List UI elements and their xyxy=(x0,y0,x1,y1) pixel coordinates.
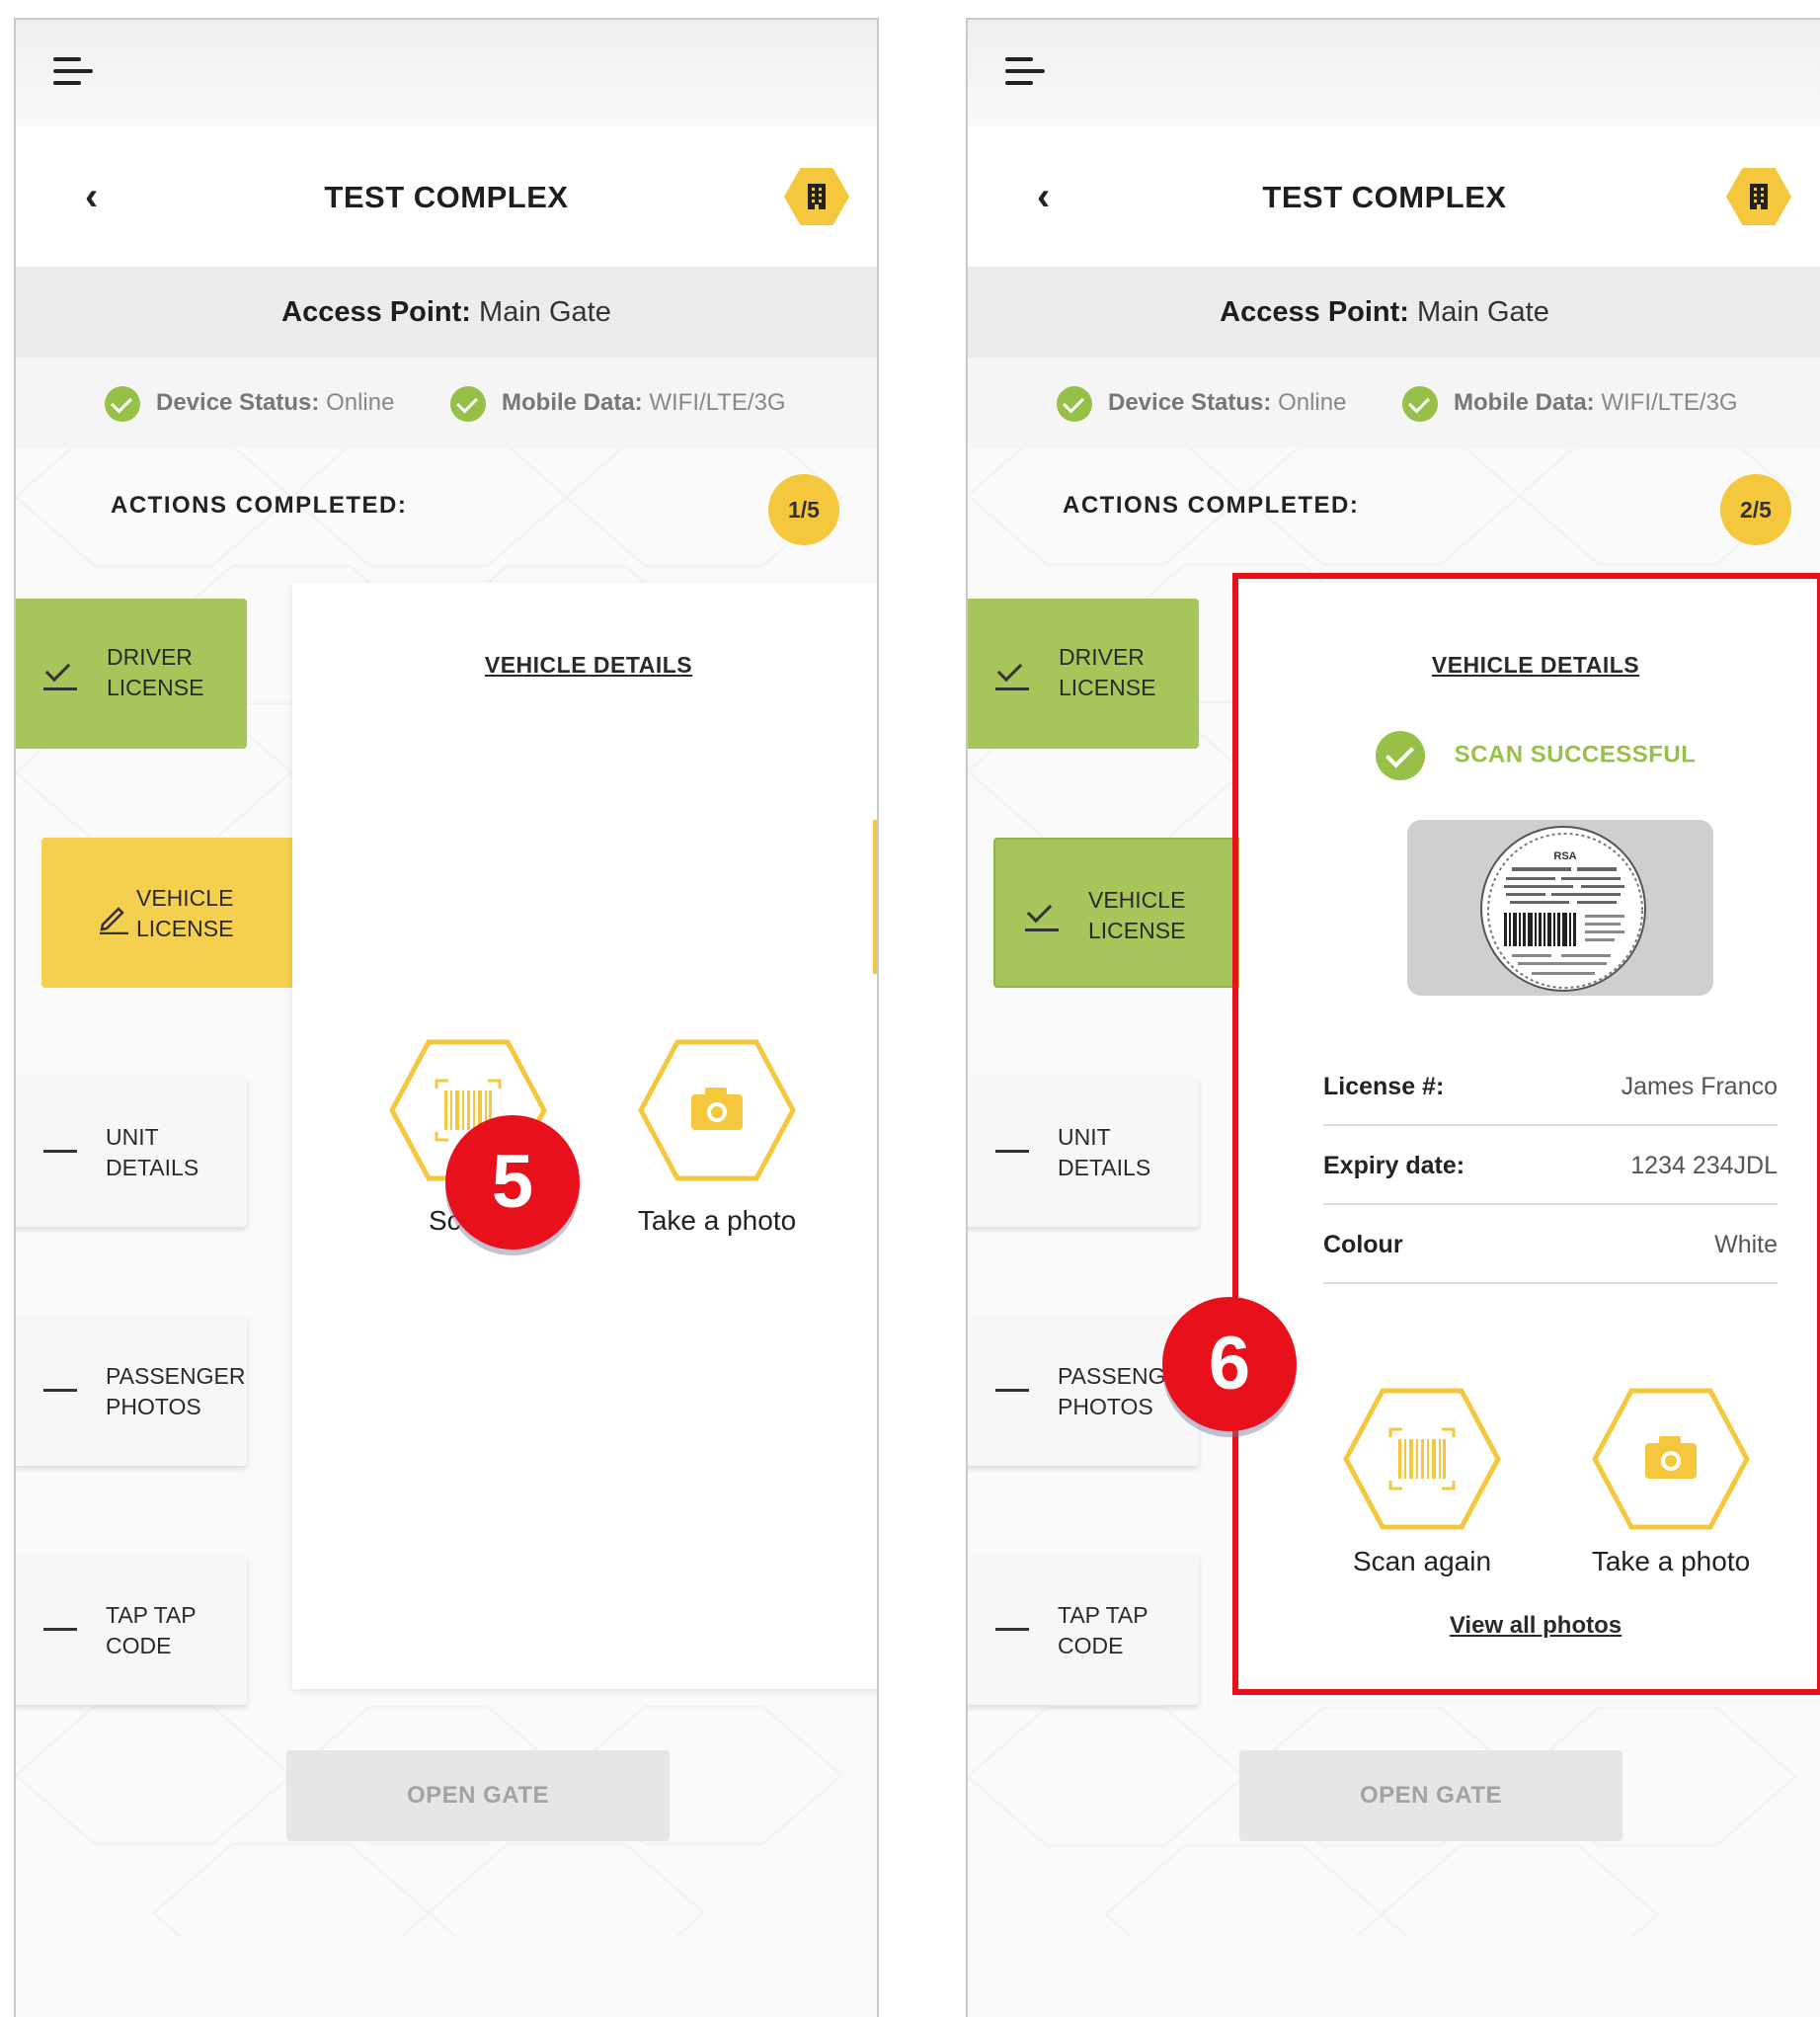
title-bar: ‹ TEST COMPLEX xyxy=(16,126,877,267)
dash-icon xyxy=(995,1389,1029,1392)
page-title: TEST COMPLEX xyxy=(324,180,569,214)
access-point-value: Main Gate xyxy=(479,296,611,328)
top-bar xyxy=(968,20,1820,126)
sidebar-item-label: UNIT DETAILS xyxy=(106,1124,199,1180)
status-bar: Device Status: Online Mobile Data: WIFI/… xyxy=(968,358,1820,448)
access-point-value: Main Gate xyxy=(1417,296,1549,328)
sidebar-item-label: TAP TAP CODE xyxy=(106,1602,197,1658)
camera-icon xyxy=(638,1039,796,1181)
device-status: Device Status: Online xyxy=(1057,385,1347,422)
device-status-value: Online xyxy=(326,389,395,416)
actions-completed-label: ACTIONS COMPLETED: xyxy=(111,492,408,519)
check-circle-icon xyxy=(450,385,486,422)
status-bar: Device Status: Online Mobile Data: WIFI/… xyxy=(16,358,877,448)
check-circle-icon xyxy=(1402,385,1438,422)
check-circle-icon xyxy=(1057,385,1092,422)
actions-count-badge: 1/5 xyxy=(768,474,839,545)
mobile-data-label: Mobile Data: xyxy=(502,389,643,416)
sidebar-item-tap-tap-code[interactable]: TAP TAP CODE xyxy=(16,1555,247,1705)
dash-icon xyxy=(995,1150,1029,1153)
dash-icon xyxy=(43,1150,77,1153)
step-marker-6: 6 xyxy=(1162,1297,1297,1431)
sidebar-item-label: TAP TAP CODE xyxy=(1058,1602,1148,1658)
device-status: Device Status: Online xyxy=(105,385,395,422)
sidebar-item-passenger-photos[interactable]: PASSENGI PHOTOS xyxy=(968,1316,1199,1466)
sidebar-item-label: DRIVER LICENSE xyxy=(1059,644,1156,700)
sidebar-item-label: DRIVER LICENSE xyxy=(107,644,204,700)
open-gate-button[interactable]: OPEN GATE xyxy=(1239,1750,1622,1841)
menu-icon[interactable] xyxy=(1005,57,1047,87)
device-status-label: Device Status: xyxy=(156,389,320,416)
open-gate-button[interactable]: OPEN GATE xyxy=(286,1750,670,1841)
pencil-icon xyxy=(100,907,128,934)
mobile-data-label: Mobile Data: xyxy=(1454,389,1595,416)
sidebar-item-unit-details[interactable]: UNIT DETAILS xyxy=(16,1077,247,1227)
access-point-label: Access Point: xyxy=(1220,296,1409,328)
dash-icon xyxy=(995,1628,1029,1631)
actions-count-badge: 2/5 xyxy=(1720,474,1791,545)
check-circle-icon xyxy=(105,385,140,422)
menu-icon[interactable] xyxy=(53,57,95,87)
phone-screen-1: ‹ TEST COMPLEX Access Point: Main Gate D… xyxy=(14,18,879,2017)
take-photo-button[interactable] xyxy=(638,1039,796,1181)
top-bar xyxy=(16,20,877,126)
mobile-data-status: Mobile Data: WIFI/LTE/3G xyxy=(450,385,786,422)
vehicle-details-card: VEHICLE DETAILS Sc Take a photo xyxy=(292,583,877,1689)
step-marker-5: 5 xyxy=(445,1115,580,1250)
sidebar-item-unit-details[interactable]: UNIT DETAILS xyxy=(968,1077,1199,1227)
take-photo-label: Take a photo xyxy=(637,1205,797,1236)
mobile-data-status: Mobile Data: WIFI/LTE/3G xyxy=(1402,385,1738,422)
sidebar-item-tap-tap-code[interactable]: TAP TAP CODE xyxy=(968,1555,1199,1705)
dash-icon xyxy=(43,1389,77,1392)
checkmark-icon xyxy=(995,656,1029,690)
sidebar-item-passenger-photos[interactable]: PASSENGER PHOTOS xyxy=(16,1316,247,1466)
page-title: TEST COMPLEX xyxy=(1262,180,1507,214)
title-bar: ‹ TEST COMPLEX xyxy=(968,126,1820,267)
actions-completed-label: ACTIONS COMPLETED: xyxy=(1063,492,1360,519)
sidebar-item-driver-license[interactable]: DRIVER LICENSE xyxy=(16,599,247,749)
device-status-label: Device Status: xyxy=(1108,389,1272,416)
next-card-edge xyxy=(873,820,877,974)
sidebar-item-driver-license[interactable]: DRIVER LICENSE xyxy=(968,599,1199,749)
checkmark-icon xyxy=(43,656,77,690)
sidebar-item-vehicle-license[interactable]: VEHICLE LICENSE xyxy=(41,838,298,988)
sidebar-item-label: VEHICLE LICENSE xyxy=(136,885,234,941)
access-point-bar: Access Point: Main Gate xyxy=(968,267,1820,358)
device-status-value: Online xyxy=(1278,389,1347,416)
mobile-data-value: WIFI/LTE/3G xyxy=(649,389,786,416)
dash-icon xyxy=(43,1628,77,1631)
highlight-box xyxy=(1232,573,1820,1695)
mobile-data-value: WIFI/LTE/3G xyxy=(1601,389,1738,416)
building-icon[interactable] xyxy=(784,168,849,225)
access-point-label: Access Point: xyxy=(281,296,471,328)
sidebar-item-label: PASSENGER PHOTOS xyxy=(106,1363,246,1419)
access-point-bar: Access Point: Main Gate xyxy=(16,267,877,358)
sidebar-item-label: UNIT DETAILS xyxy=(1058,1124,1151,1180)
card-title: VEHICLE DETAILS xyxy=(484,652,693,678)
sidebar-item-vehicle-license[interactable]: VEHICLE LICENSE xyxy=(993,838,1250,988)
checkmark-icon xyxy=(1025,897,1059,931)
sidebar-item-label: VEHICLE LICENSE xyxy=(1088,887,1186,943)
building-icon[interactable] xyxy=(1726,168,1791,225)
